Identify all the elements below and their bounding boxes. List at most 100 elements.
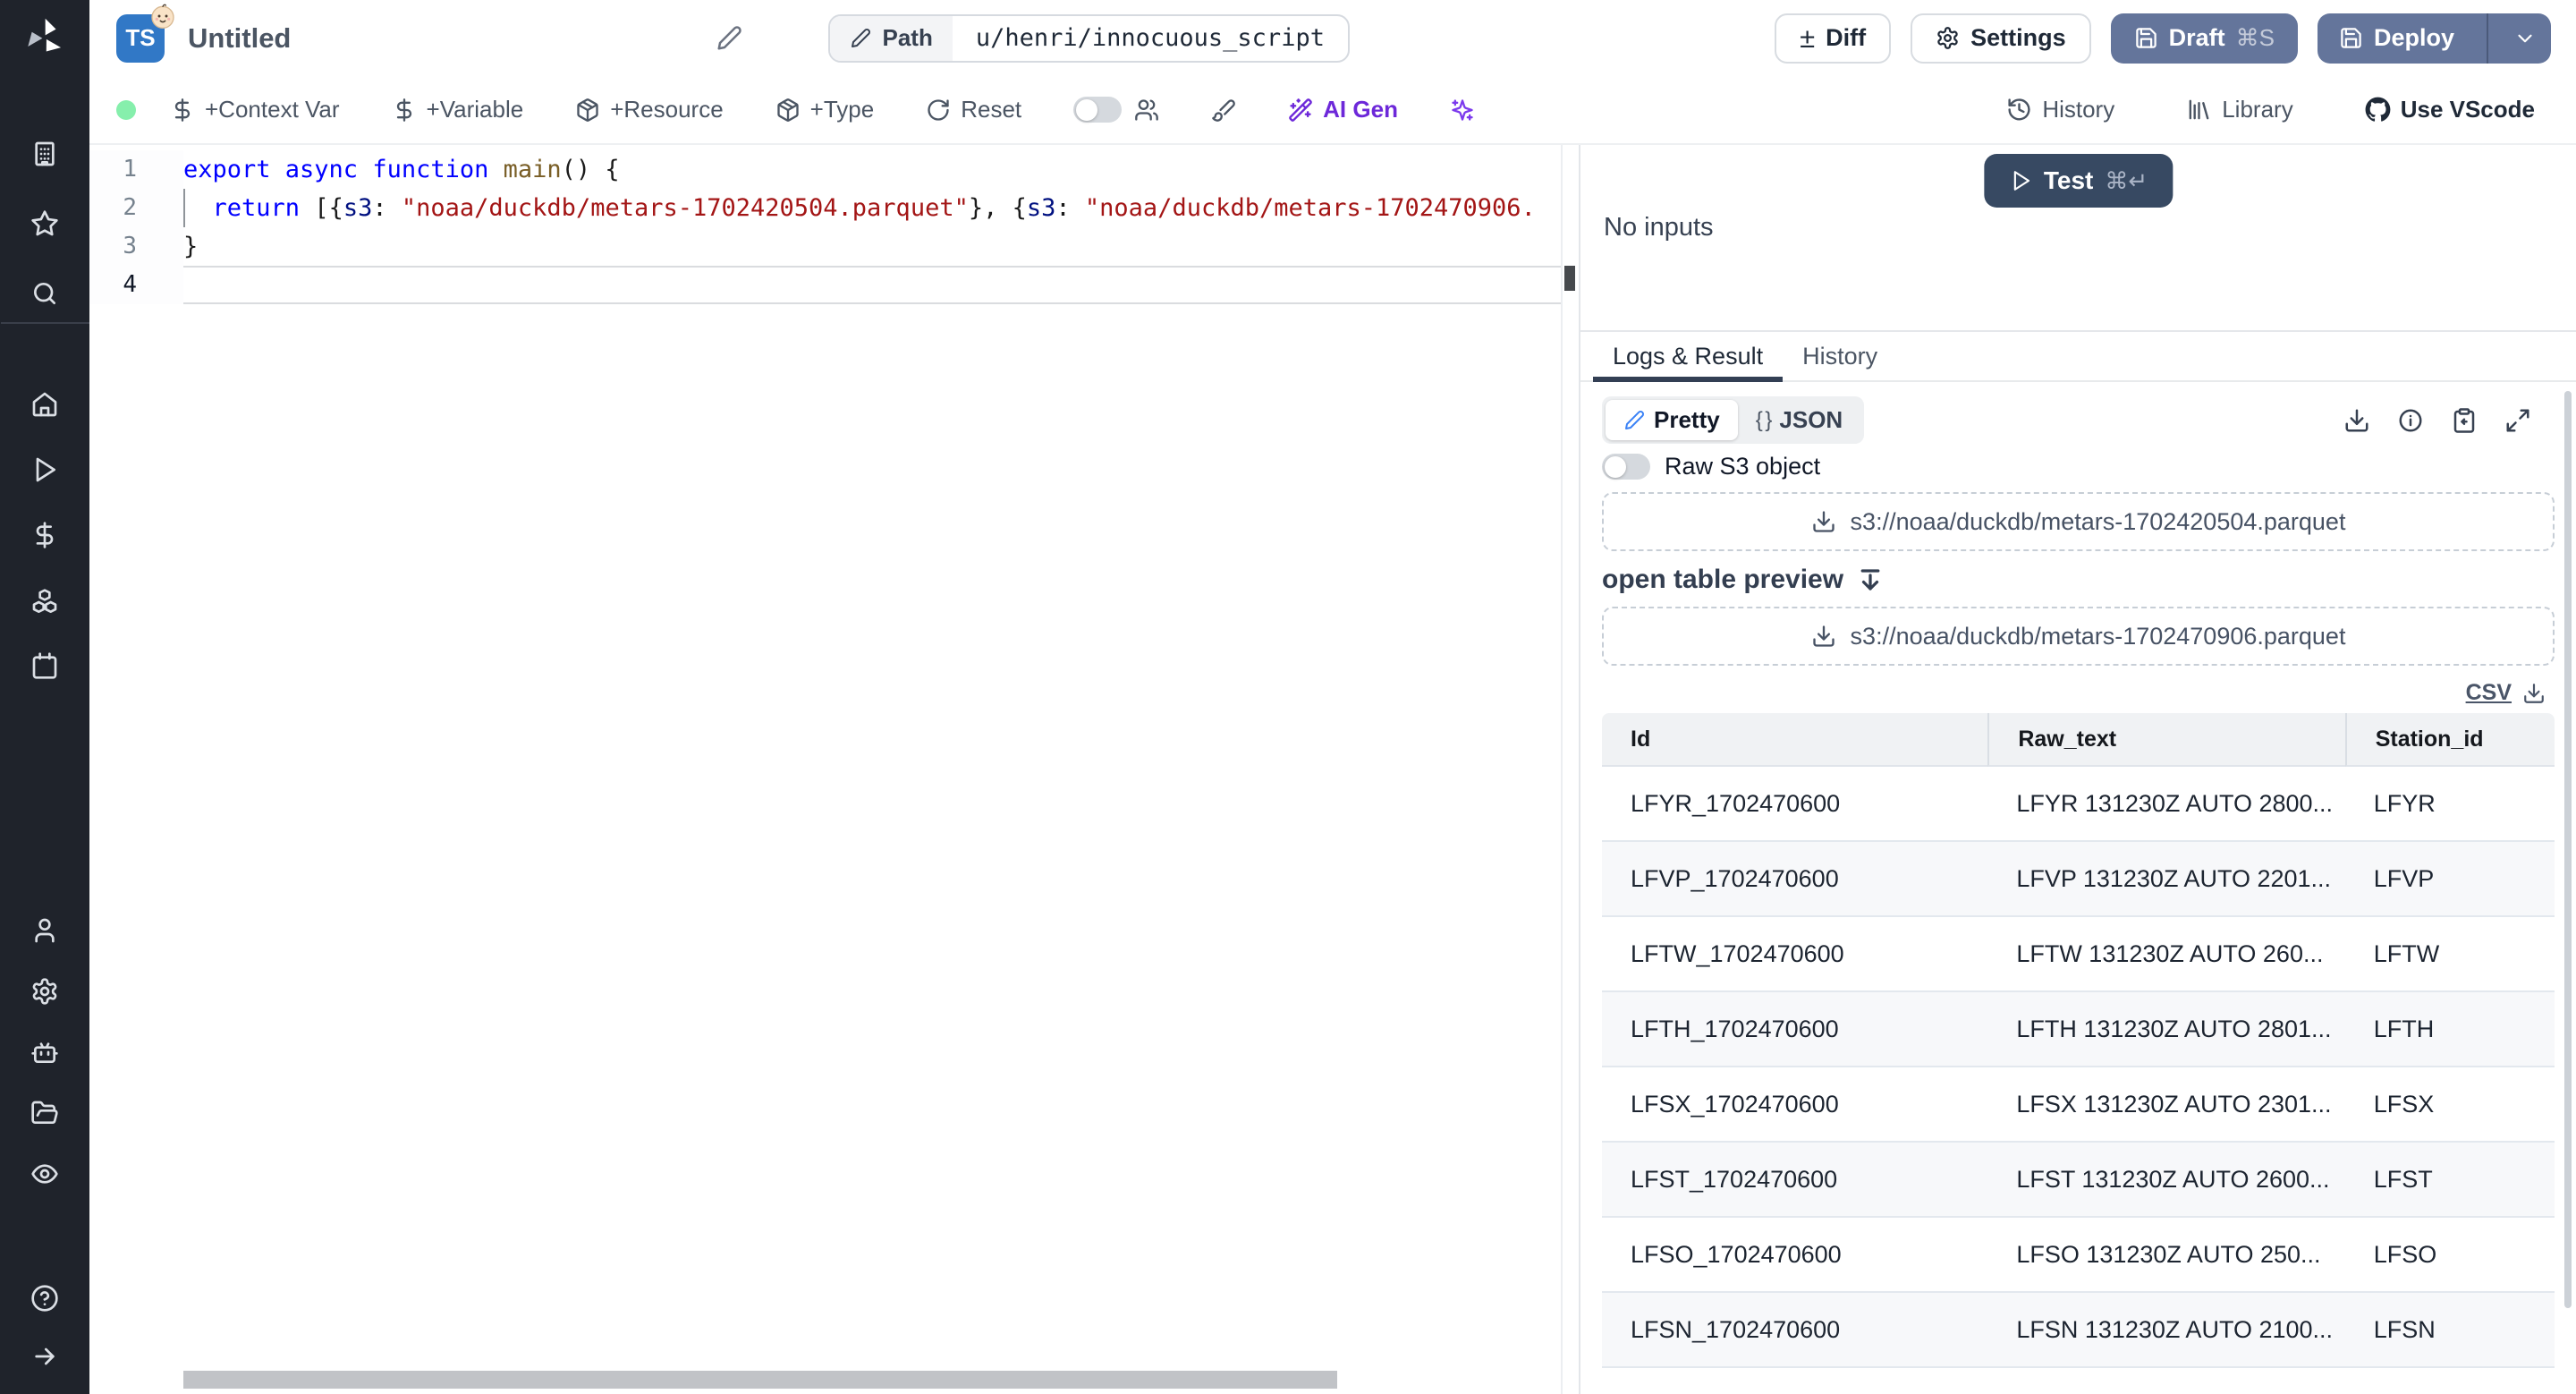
sidebar-item-search[interactable] [20,278,70,309]
windmill-logo-icon [28,18,62,52]
user-icon [30,916,59,945]
path-label: Path [830,15,953,61]
add-type-button[interactable]: +Type [775,96,875,123]
format-button[interactable] [1211,98,1236,123]
play-icon [30,455,59,484]
add-type-label: +Type [809,96,875,123]
sidebar-item-settings[interactable] [20,976,70,1007]
brush-icon [1211,98,1236,123]
add-context-var-label: +Context Var [205,96,340,123]
path-input[interactable]: Path u/henri/innocuous_script [828,13,1350,63]
csv-download-link[interactable]: CSV [2466,680,2512,706]
add-resource-button[interactable]: +Resource [575,96,724,123]
edit-summary-button[interactable] [716,25,742,52]
gear-icon [1936,26,1960,50]
table-cell: LFTW 131230Z AUTO 260... [1987,917,2345,992]
code-lines[interactable]: export async function main() { return [{… [183,150,1561,304]
draft-button[interactable]: Draft ⌘S [2110,13,2298,64]
json-option[interactable]: { } JSON [1738,400,1861,440]
toggle-knob [1605,455,1626,478]
table-cell: LFVP [2344,842,2555,917]
pretty-option[interactable]: Pretty [1606,400,1738,440]
pen-icon [1623,410,1645,431]
download-icon[interactable] [2343,407,2370,434]
ai-sparkles-button[interactable] [1450,98,1475,123]
table-cell: LFST [2344,1143,2555,1218]
overview-ruler[interactable] [1561,145,1579,1394]
library-button[interactable]: Library [2186,96,2293,123]
deploy-dropdown-button[interactable] [2499,13,2551,64]
table-cell: LFVP_1702470600 [1602,842,1988,917]
status-dot [116,99,136,120]
add-variable-button[interactable]: +Variable [392,96,523,123]
sidebar-item-home[interactable] [20,389,70,420]
s3-file-download-1[interactable]: s3://noaa/duckdb/metars-1702420504.parqu… [1602,492,2555,551]
sparkles-icon [1450,98,1475,123]
package-icon [775,98,801,123]
boxes-icon [30,586,59,615]
open-table-preview-button[interactable]: open table preview [1602,565,2555,595]
result-content: Pretty { } JSON Raw S3 object s3://noaa/… [1580,382,2576,1394]
result-tabs: Logs & Result History [1580,332,2576,382]
diff-button[interactable]: ± Diff [1775,13,1892,64]
horizontal-scrollbar[interactable] [183,1371,1337,1389]
editor-toolbar: +Context Var +Variable +Resource +Type R… [89,76,2576,145]
ai-gen-button[interactable]: AI Gen [1288,96,1398,123]
sidebar-item-resources[interactable] [20,585,70,616]
table-cell: LFYR 131230Z AUTO 2800... [1987,767,2345,842]
sidebar-item-favorites[interactable] [20,208,70,239]
raw-s3-toggle[interactable] [1602,454,1650,480]
use-vscode-button[interactable]: Use VScode [2365,96,2535,123]
code-line[interactable]: } [183,227,1561,266]
table-cell: LFTW [2344,917,2555,992]
sidebar-item-workers[interactable] [20,1037,70,1067]
sidebar-item-users[interactable] [20,915,70,946]
deploy-button[interactable]: Deploy [2317,13,2551,64]
tab-logs-result[interactable]: Logs & Result [1593,332,1784,382]
sidebar-item-help[interactable] [20,1283,70,1313]
sidebar-item-audit[interactable] [20,1159,70,1189]
windmill-logo[interactable] [20,13,70,63]
code-line[interactable] [183,266,1561,304]
code-editor[interactable]: 1 2 3 4 export async function main() { retu… [89,145,1579,1394]
s3-file-download-2[interactable]: s3://noaa/duckdb/metars-1702470906.parqu… [1602,607,2555,666]
plus-minus-icon: ± [1800,22,1816,54]
dollar-icon [392,98,417,123]
clipboard-icon[interactable] [2451,407,2478,434]
deploy-button-main[interactable]: Deploy [2318,13,2476,64]
history-button[interactable]: History [2006,96,2114,123]
reset-button[interactable]: Reset [926,96,1021,123]
save-icon [2134,26,2158,50]
sidebar-item-workspace[interactable] [20,139,70,169]
page-title: Untitled [188,21,292,54]
ai-gen-label: AI Gen [1323,96,1398,123]
deploy-button-label: Deploy [2373,24,2454,51]
download-icon[interactable] [2522,682,2546,705]
tab-logs-result-label: Logs & Result [1613,342,1764,370]
package-icon [575,98,600,123]
table-cell: LFSO_1702470600 [1602,1218,1988,1293]
add-context-var-button[interactable]: +Context Var [170,96,340,123]
code-line[interactable]: return [{s3: "noaa/duckdb/metars-1702420… [183,189,1561,227]
test-button[interactable]: Test ⌘↵ [1983,154,2174,208]
table-row: LFST_1702470600 LFST 131230Z AUTO 2600...… [1602,1143,2555,1218]
sidebar-item-schedules[interactable] [20,650,70,681]
sidebar-expand[interactable] [20,1341,70,1372]
sidebar-item-variables[interactable] [20,520,70,550]
tab-history[interactable]: History [1783,332,1897,380]
run-panel: Test ⌘↵ No inputs Logs & Result History [1579,145,2576,1394]
sidebar-item-runs[interactable] [20,455,70,485]
code-line[interactable]: export async function main() { [183,150,1561,189]
home-icon [30,390,59,419]
settings-button[interactable]: Settings [1911,13,2091,64]
multiplayer-toggle[interactable] [1073,97,1123,123]
expand-icon[interactable] [2504,407,2531,434]
table-cell: LFVP 131230Z AUTO 2201... [1987,842,2345,917]
draft-shortcut: ⌘S [2235,24,2275,51]
s3-file-path-1: s3://noaa/duckdb/metars-1702420504.parqu… [1850,507,2346,535]
rotate-icon [926,98,951,123]
sidebar-item-folders[interactable] [20,1098,70,1128]
panel-scrollbar[interactable] [2564,391,2572,1308]
info-icon[interactable] [2397,407,2424,434]
table-cell: LFYR_1702470600 [1602,767,1988,842]
